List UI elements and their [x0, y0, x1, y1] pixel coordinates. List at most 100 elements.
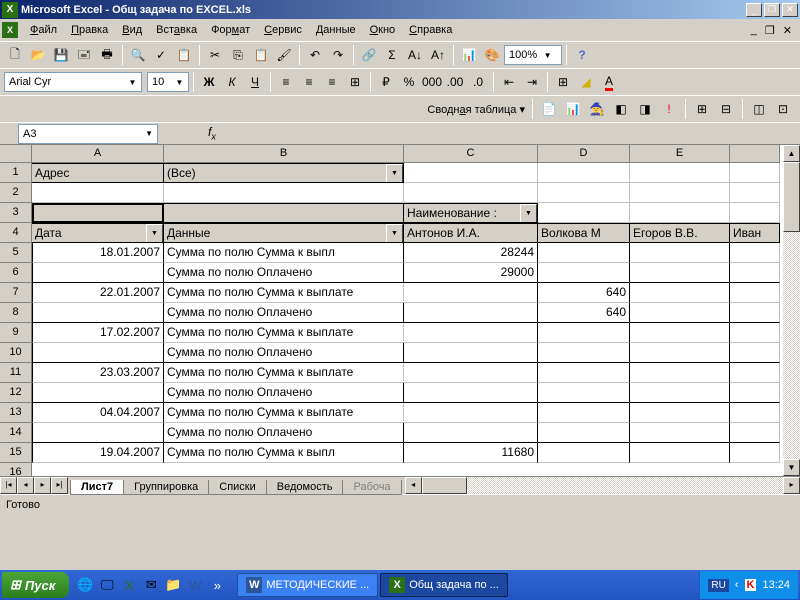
desktop-icon[interactable]: 🖵	[97, 574, 117, 596]
drawing-button[interactable]: 🎨	[481, 44, 503, 66]
menu-format[interactable]: Формат	[204, 22, 257, 38]
dropdown-icon[interactable]: ▼	[146, 224, 163, 243]
cell[interactable]	[730, 363, 780, 383]
explorer-icon[interactable]: 📁	[163, 574, 183, 596]
borders-button[interactable]: ⊞	[552, 71, 574, 93]
cell[interactable]	[32, 423, 164, 443]
pivot-format-button[interactable]: 📄	[538, 98, 560, 120]
doc-close-button[interactable]: ✕	[783, 24, 792, 37]
cell[interactable]	[730, 303, 780, 323]
new-button[interactable]: 🗋	[4, 44, 26, 66]
cell[interactable]	[404, 283, 538, 303]
redo-button[interactable]: ↷	[327, 44, 349, 66]
doc-minimize-button[interactable]: _	[751, 24, 757, 37]
cell[interactable]: Сумма по полю Сумма к выплате	[164, 323, 404, 343]
menu-file[interactable]: Файл	[23, 22, 64, 38]
menu-tools[interactable]: Сервис	[257, 22, 309, 38]
sort-desc-button[interactable]: A↑	[427, 44, 449, 66]
pivot-col-item[interactable]: Иван	[730, 223, 780, 243]
cell[interactable]	[538, 403, 630, 423]
row-header[interactable]: 5	[0, 243, 32, 263]
cell[interactable]	[630, 423, 730, 443]
cell[interactable]	[538, 203, 630, 223]
autosum-button[interactable]: Σ	[381, 44, 403, 66]
font-color-button[interactable]: A	[598, 71, 620, 93]
cell[interactable]	[538, 423, 630, 443]
cell[interactable]	[404, 323, 538, 343]
row-header[interactable]: 8	[0, 303, 32, 323]
cells-area[interactable]: Адрес (Все)▼ Наименование :▼ Дат	[32, 163, 783, 476]
pivot-col-item[interactable]: Егоров В.В.	[630, 223, 730, 243]
help-button[interactable]: ?	[571, 44, 593, 66]
cell[interactable]: 640	[538, 283, 630, 303]
excel-icon[interactable]: X	[119, 574, 139, 596]
col-header-a[interactable]: A	[32, 145, 164, 163]
cell[interactable]	[630, 343, 730, 363]
language-indicator[interactable]: RU	[708, 579, 728, 592]
menu-help[interactable]: Справка	[402, 22, 459, 38]
percent-button[interactable]: %	[398, 71, 420, 93]
cell[interactable]: Сумма по полю Оплачено	[164, 343, 404, 363]
start-button[interactable]: ⊞Пуск	[2, 572, 69, 598]
cell[interactable]	[630, 323, 730, 343]
decrease-indent-button[interactable]: ⇤	[498, 71, 520, 93]
chart-wizard-button[interactable]: 📊	[458, 44, 480, 66]
open-button[interactable]: 📂	[27, 44, 49, 66]
italic-button[interactable]: К	[221, 71, 243, 93]
minimize-button[interactable]: _	[746, 3, 762, 17]
copy-button[interactable]: ⎘	[227, 44, 249, 66]
cell[interactable]: Сумма по полю Сумма к выплате	[164, 363, 404, 383]
cell[interactable]	[32, 383, 164, 403]
pivot-table-menu[interactable]: Сводная таблица ▾	[427, 103, 525, 116]
cell[interactable]	[730, 423, 780, 443]
col-header-b[interactable]: B	[164, 145, 404, 163]
scroll-thumb[interactable]	[783, 162, 800, 232]
menu-edit[interactable]: Правка	[64, 22, 115, 38]
pivot-row-field-data[interactable]: Данные▼	[164, 223, 404, 243]
kaspersky-icon[interactable]: K	[745, 579, 757, 591]
cell[interactable]	[730, 443, 780, 463]
cell[interactable]	[32, 303, 164, 323]
underline-button[interactable]: Ч	[244, 71, 266, 93]
pivot-hide-button[interactable]: ◧	[610, 98, 632, 120]
pivot-field-settings-button[interactable]: ⊟	[715, 98, 737, 120]
row-header[interactable]: 16	[0, 463, 32, 476]
format-painter-button[interactable]: 🖌	[273, 44, 295, 66]
doc-restore-button[interactable]: ❐	[765, 24, 775, 37]
sheet-tab[interactable]: Рабоча	[342, 480, 401, 495]
cell[interactable]	[538, 263, 630, 283]
cell[interactable]	[730, 203, 780, 223]
cell[interactable]	[730, 243, 780, 263]
col-header-d[interactable]: D	[538, 145, 630, 163]
row-header[interactable]: 1	[0, 163, 32, 183]
pivot-refresh-button[interactable]: !	[658, 98, 680, 120]
vertical-scrollbar[interactable]: ▲ ▼	[783, 145, 800, 476]
cell[interactable]	[538, 383, 630, 403]
merge-center-button[interactable]: ⊞	[344, 71, 366, 93]
paste-button[interactable]: 📋	[250, 44, 272, 66]
taskbar-task-word[interactable]: W МЕТОДИЧЕСКИЕ ...	[237, 573, 378, 597]
hyperlink-button[interactable]: 🔗	[358, 44, 380, 66]
print-button[interactable]: 🖶	[96, 44, 118, 66]
row-header[interactable]: 2	[0, 183, 32, 203]
expand-icon[interactable]: »	[207, 574, 227, 596]
cell[interactable]: 640	[538, 303, 630, 323]
cell[interactable]	[538, 183, 630, 203]
cell[interactable]	[164, 183, 404, 203]
menu-data[interactable]: Данные	[309, 22, 363, 38]
dropdown-icon[interactable]: ▼	[386, 224, 403, 243]
clock[interactable]: 13:24	[762, 579, 790, 591]
col-header-c[interactable]: C	[404, 145, 538, 163]
pivot-field-list-button[interactable]: ⊞	[691, 98, 713, 120]
cell[interactable]	[404, 423, 538, 443]
cell[interactable]	[630, 203, 730, 223]
cell[interactable]	[538, 443, 630, 463]
cell[interactable]	[404, 403, 538, 423]
word-icon[interactable]: W	[185, 574, 205, 596]
row-header[interactable]: 13	[0, 403, 32, 423]
cell[interactable]	[630, 243, 730, 263]
cell[interactable]	[730, 323, 780, 343]
row-header[interactable]: 14	[0, 423, 32, 443]
cell[interactable]	[32, 263, 164, 283]
cell[interactable]	[538, 343, 630, 363]
